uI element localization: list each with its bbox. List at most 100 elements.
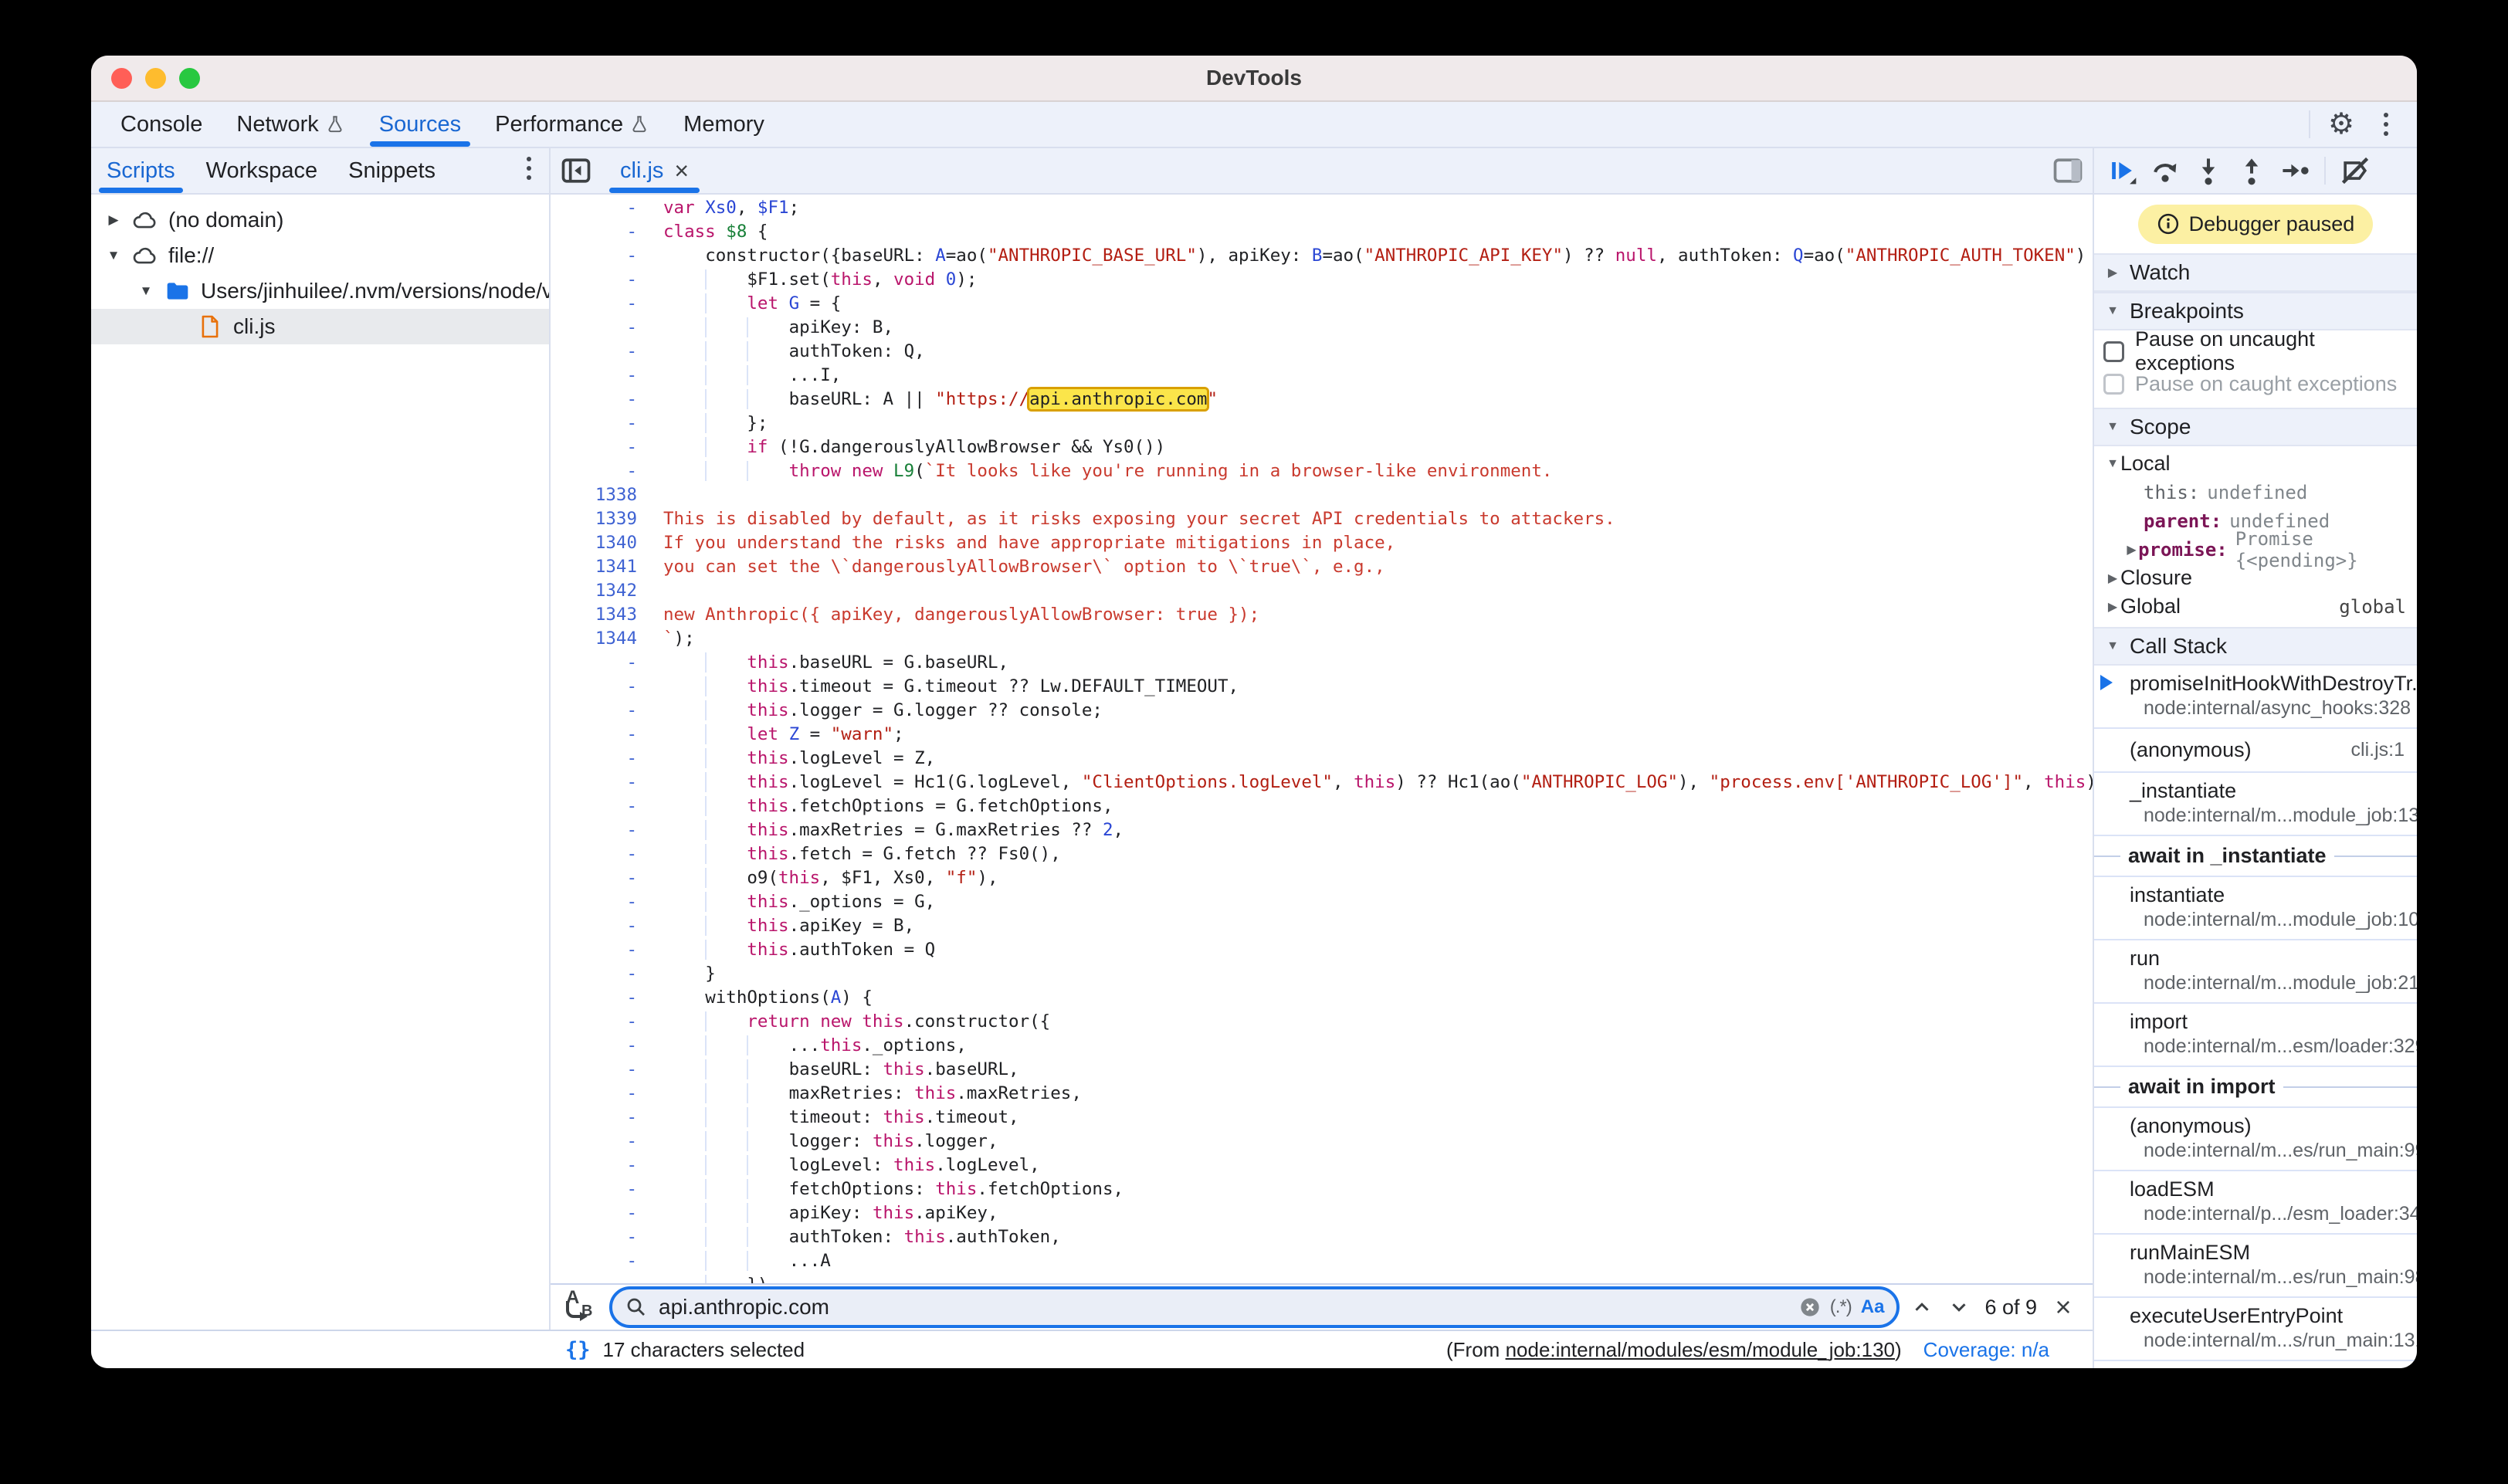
call-stack-frame[interactable]: importnode:internal/m...esm/loader:329 — [2094, 1004, 2417, 1067]
replace-toggle-button[interactable]: A B — [558, 1289, 598, 1326]
deactivate-breakpoints-button[interactable] — [2335, 151, 2375, 191]
code-line[interactable]: - }) — [551, 1273, 2093, 1283]
code-line[interactable]: - return new this.constructor({ — [551, 1010, 2093, 1034]
code-line[interactable]: 1344`); — [551, 627, 2093, 651]
code-line[interactable]: - this.fetchOptions = G.fetchOptions, — [551, 795, 2093, 818]
step-over-button[interactable] — [2145, 151, 2185, 191]
line-number[interactable]: - — [551, 1058, 652, 1082]
scope-section-header[interactable]: ▼ Scope — [2094, 408, 2417, 446]
code-line[interactable]: - apiKey: B, — [551, 316, 2093, 340]
code-line[interactable]: 1343new Anthropic({ apiKey, dangerouslyA… — [551, 603, 2093, 627]
zoom-window-button[interactable] — [179, 68, 200, 89]
line-number[interactable]: - — [551, 675, 652, 699]
line-number[interactable]: 1340 — [551, 531, 652, 555]
line-number[interactable]: - — [551, 795, 652, 818]
code-line[interactable]: - ...this._options, — [551, 1034, 2093, 1058]
code-line[interactable]: - this.fetch = G.fetch ?? Fs0(), — [551, 842, 2093, 866]
search-input[interactable] — [657, 1294, 1790, 1320]
line-number[interactable]: - — [551, 1273, 652, 1283]
line-number[interactable]: - — [551, 962, 652, 986]
line-number[interactable]: - — [551, 340, 652, 364]
code-line[interactable]: 1339This is disabled by default, as it r… — [551, 507, 2093, 531]
call-stack-frame[interactable]: _instantiatenode:internal/m...module_job… — [2094, 773, 2417, 836]
code-line[interactable]: - this._options = G, — [551, 890, 2093, 914]
code-line[interactable]: - this.maxRetries = G.maxRetries ?? 2, — [551, 818, 2093, 842]
regex-toggle[interactable]: (.*) — [1830, 1296, 1852, 1318]
line-number[interactable]: - — [551, 292, 652, 316]
expanded-arrow-icon[interactable]: ▼ — [105, 248, 122, 263]
call-stack-section-header[interactable]: ▼ Call Stack — [2094, 627, 2417, 666]
line-number[interactable]: - — [551, 818, 652, 842]
line-number[interactable]: - — [551, 1010, 652, 1034]
code-line[interactable]: 1342 — [551, 579, 2093, 603]
line-number[interactable]: - — [551, 747, 652, 771]
collapsed-arrow-icon[interactable]: ▶ — [105, 212, 122, 228]
step-into-button[interactable] — [2188, 151, 2228, 191]
navigator-tab-workspace[interactable]: Workspace — [191, 148, 334, 193]
code-line[interactable]: - baseURL: this.baseURL, — [551, 1058, 2093, 1082]
line-number[interactable]: - — [551, 699, 652, 723]
module-link[interactable]: node:internal/modules/esm/module_job:130 — [1506, 1338, 1895, 1361]
close-window-button[interactable] — [111, 68, 132, 89]
code-line[interactable]: - this.logLevel = Hc1(G.logLevel, "Clien… — [551, 771, 2093, 795]
line-number[interactable]: - — [551, 268, 652, 292]
line-number[interactable]: - — [551, 459, 652, 483]
checkbox[interactable] — [2103, 341, 2124, 362]
code-line[interactable]: - timeout: this.timeout, — [551, 1106, 2093, 1130]
line-number[interactable]: - — [551, 771, 652, 795]
line-number[interactable]: - — [551, 651, 652, 675]
more-options-button[interactable] — [2366, 104, 2406, 144]
source-editor[interactable]: -var Xs0, $F1;-class $8 {- constructor({… — [551, 195, 2093, 1283]
tab-sources[interactable]: Sources — [362, 102, 478, 147]
line-number[interactable]: - — [551, 435, 652, 459]
line-number[interactable]: - — [551, 842, 652, 866]
code-line[interactable]: - logLevel: this.logLevel, — [551, 1154, 2093, 1177]
tab-console[interactable]: Console — [103, 102, 219, 147]
expanded-arrow-icon[interactable]: ▼ — [137, 283, 154, 299]
resume-button[interactable] — [2102, 151, 2142, 191]
breakpoints-section-header[interactable]: ▼ Breakpoints — [2094, 292, 2417, 330]
navigator-tab-scripts[interactable]: Scripts — [91, 148, 191, 193]
line-number[interactable]: - — [551, 986, 652, 1010]
code-line[interactable]: - fetchOptions: this.fetchOptions, — [551, 1177, 2093, 1201]
call-stack-frame[interactable]: runnode:internal/m...module_job:214 — [2094, 940, 2417, 1004]
minimize-window-button[interactable] — [145, 68, 166, 89]
line-number[interactable]: - — [551, 1082, 652, 1106]
line-number[interactable]: - — [551, 1154, 652, 1177]
code-line[interactable]: - withOptions(A) { — [551, 986, 2093, 1010]
tab-network[interactable]: Network — [219, 102, 361, 147]
close-find-bar-button[interactable]: × — [2048, 1293, 2079, 1321]
line-number[interactable]: 1342 — [551, 579, 652, 603]
step-out-button[interactable] — [2232, 151, 2272, 191]
line-number[interactable]: - — [551, 723, 652, 747]
code-line[interactable]: - ...A — [551, 1249, 2093, 1273]
line-number[interactable]: - — [551, 1201, 652, 1225]
code-line[interactable]: - this.baseURL = G.baseURL, — [551, 651, 2093, 675]
code-line[interactable]: - if (!G.dangerouslyAllowBrowser && Ys0(… — [551, 435, 2093, 459]
close-tab-icon[interactable]: × — [674, 158, 689, 183]
call-stack-frame[interactable]: promiseInitHookWithDestroyTr...node:inte… — [2094, 666, 2417, 729]
code-line[interactable]: -var Xs0, $F1; — [551, 196, 2093, 220]
line-number[interactable]: - — [551, 412, 652, 435]
code-line[interactable]: - authToken: this.authToken, — [551, 1225, 2093, 1249]
line-number[interactable]: - — [551, 1106, 652, 1130]
call-stack-frame[interactable]: loadESMnode:internal/p.../esm_loader:34 — [2094, 1171, 2417, 1235]
scope-property[interactable]: ▶promise:Promise {<pending>} — [2094, 535, 2417, 564]
tree-item-users-jinhuilee-nvm-versions-node-v2-[interactable]: ▼Users/jinhuilee/.nvm/versions/node/v2..… — [91, 273, 549, 309]
line-number[interactable]: - — [551, 938, 652, 962]
scope-group-local[interactable]: ▼Local — [2094, 449, 2417, 478]
code-line[interactable]: - }; — [551, 412, 2093, 435]
code-line[interactable]: - $F1.set(this, void 0); — [551, 268, 2093, 292]
pretty-print-button[interactable]: {} — [565, 1338, 591, 1362]
code-line[interactable]: - baseURL: A || "https://api.anthropic.c… — [551, 388, 2093, 412]
breakpoint-option[interactable]: Pause on uncaught exceptions — [2094, 335, 2417, 368]
code-line[interactable]: - this.timeout = G.timeout ?? Lw.DEFAULT… — [551, 675, 2093, 699]
code-line[interactable]: 1338 — [551, 483, 2093, 507]
call-stack-frame[interactable]: executeUserEntryPointnode:internal/m...s… — [2094, 1298, 2417, 1361]
tree-item-cli-js[interactable]: cli.js — [91, 309, 549, 344]
code-line[interactable]: - this.apiKey = B, — [551, 914, 2093, 938]
settings-button[interactable]: ⚙ — [2321, 104, 2361, 144]
call-stack-frame[interactable]: (anonymous)node:internal/m...es/run_main… — [2094, 1108, 2417, 1171]
code-line[interactable]: - let G = { — [551, 292, 2093, 316]
line-number[interactable]: - — [551, 244, 652, 268]
